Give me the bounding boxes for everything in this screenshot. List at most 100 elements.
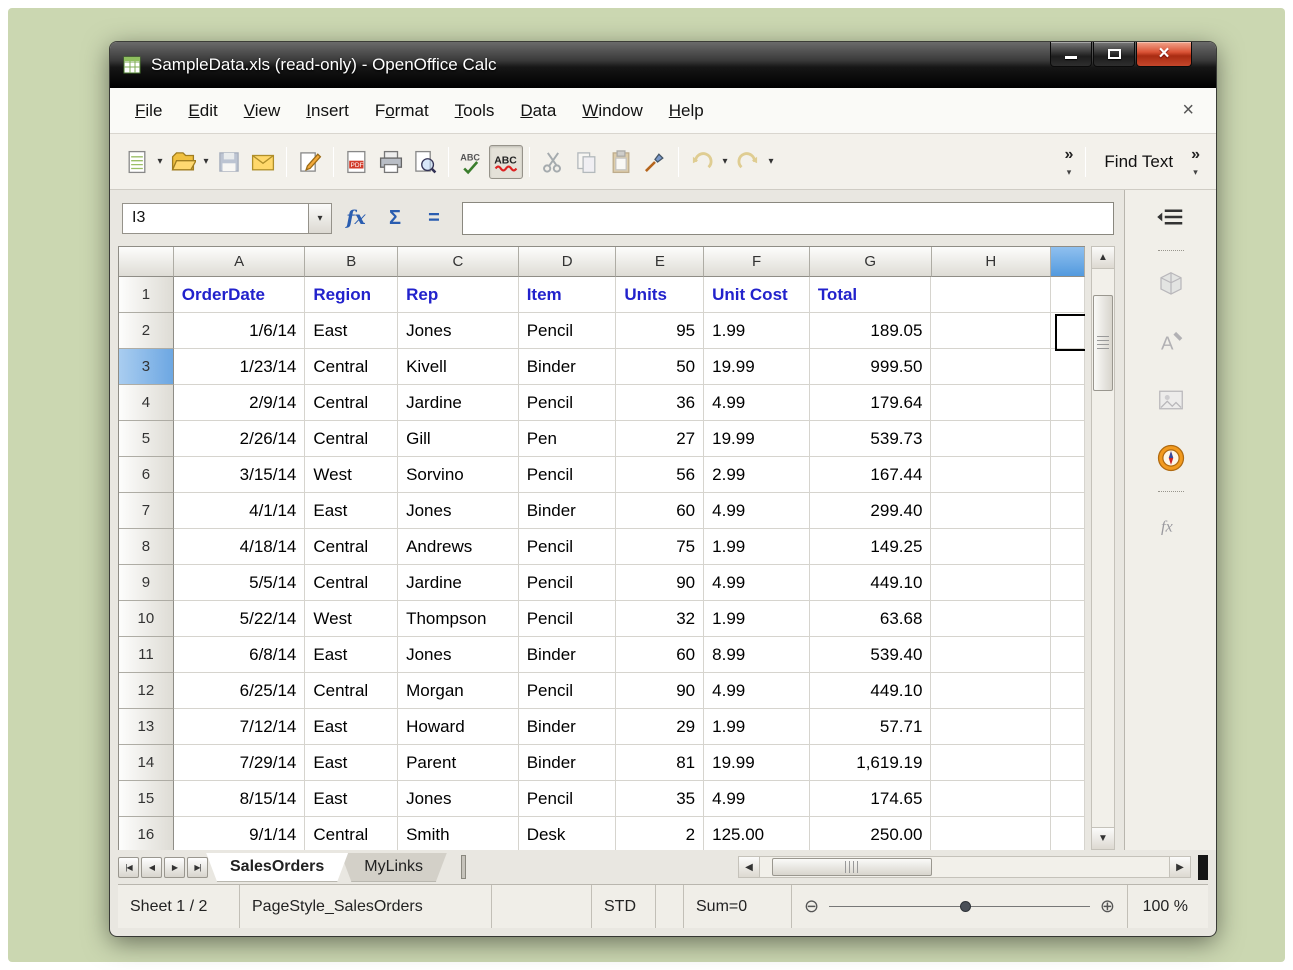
- zoom-slider-handle[interactable]: [960, 901, 971, 912]
- cell-e11[interactable]: 60: [616, 637, 704, 673]
- cell-i8[interactable]: [1051, 529, 1085, 565]
- column-header-a[interactable]: A: [174, 247, 306, 277]
- cell-d10[interactable]: Pencil: [519, 601, 617, 637]
- cell-e4[interactable]: 36: [616, 385, 704, 421]
- cell-b2[interactable]: East: [305, 313, 398, 349]
- dropdown-arrow-icon[interactable]: ▾: [154, 156, 166, 167]
- cell-f14[interactable]: 19.99: [704, 745, 810, 781]
- row-header-1[interactable]: 1: [119, 277, 174, 313]
- tab-splitter[interactable]: [461, 855, 466, 879]
- cell-a5[interactable]: 2/26/14: [174, 421, 306, 457]
- cell-c3[interactable]: Kivell: [398, 349, 519, 385]
- cell-c5[interactable]: Gill: [398, 421, 519, 457]
- row-header-5[interactable]: 5: [119, 421, 174, 457]
- cell-g10[interactable]: 63.68: [810, 601, 932, 637]
- cell-a4[interactable]: 2/9/14: [174, 385, 306, 421]
- cell-d3[interactable]: Binder: [519, 349, 617, 385]
- minimize-button[interactable]: [1050, 42, 1092, 67]
- cell-c13[interactable]: Howard: [398, 709, 519, 745]
- row-header-3[interactable]: 3: [119, 349, 174, 385]
- gallery-deck-icon[interactable]: [1154, 383, 1188, 417]
- sheet-last-icon[interactable]: ▶|: [187, 857, 208, 878]
- maximize-button[interactable]: [1093, 42, 1135, 67]
- zoom-slider[interactable]: [829, 906, 1090, 907]
- cell-reference[interactable]: I3: [123, 209, 308, 227]
- cell-e8[interactable]: 75: [616, 529, 704, 565]
- function-wizard-icon[interactable]: fx: [341, 207, 371, 229]
- scroll-left-icon[interactable]: ◀: [738, 856, 760, 878]
- cell-f8[interactable]: 1.99: [704, 529, 810, 565]
- cell-d5[interactable]: Pen: [519, 421, 617, 457]
- cell-c10[interactable]: Thompson: [398, 601, 519, 637]
- dropdown-arrow-icon[interactable]: ▾: [200, 156, 212, 167]
- functions-deck-icon[interactable]: fx: [1154, 508, 1188, 542]
- cell-h2[interactable]: [931, 313, 1051, 349]
- cell-h8[interactable]: [931, 529, 1051, 565]
- column-header-g[interactable]: G: [810, 247, 932, 277]
- cell-d13[interactable]: Binder: [519, 709, 617, 745]
- menu-view[interactable]: View: [231, 95, 294, 127]
- toolbar-overflow-button[interactable]: » ▾: [1059, 147, 1080, 177]
- titlebar[interactable]: SampleData.xls (read-only) - OpenOffice …: [110, 42, 1216, 88]
- cell-f2[interactable]: 1.99: [704, 313, 810, 349]
- scroll-up-icon[interactable]: ▲: [1092, 247, 1114, 269]
- cell-c14[interactable]: Parent: [398, 745, 519, 781]
- function-icon[interactable]: =: [419, 207, 449, 230]
- cell-g14[interactable]: 1,619.19: [810, 745, 932, 781]
- scroll-right-icon[interactable]: ▶: [1169, 856, 1191, 878]
- cell-c6[interactable]: Sorvino: [398, 457, 519, 493]
- cell-i1[interactable]: [1051, 277, 1085, 313]
- menu-insert[interactable]: Insert: [293, 95, 362, 127]
- cell-e6[interactable]: 56: [616, 457, 704, 493]
- spreadsheet-grid[interactable]: ABCDEFGH1OrderDateRegionRepItemUnitsUnit…: [118, 246, 1085, 850]
- cell-e3[interactable]: 50: [616, 349, 704, 385]
- cell-h16[interactable]: [931, 817, 1051, 850]
- properties-deck-icon[interactable]: [1154, 267, 1188, 301]
- menu-window[interactable]: Window: [569, 95, 655, 127]
- cell-a8[interactable]: 4/18/14: [174, 529, 306, 565]
- column-header-h[interactable]: H: [932, 247, 1052, 277]
- cell-d1[interactable]: Item: [519, 277, 617, 313]
- cell-g1[interactable]: Total: [810, 277, 932, 313]
- cell-c9[interactable]: Jardine: [398, 565, 519, 601]
- cell-a11[interactable]: 6/8/14: [174, 637, 306, 673]
- cell-h9[interactable]: [931, 565, 1051, 601]
- cell-e9[interactable]: 90: [616, 565, 704, 601]
- navigator-deck-icon[interactable]: [1154, 441, 1188, 475]
- cell-f11[interactable]: 8.99: [704, 637, 810, 673]
- scroll-down-icon[interactable]: ▼: [1092, 827, 1114, 849]
- cell-h10[interactable]: [931, 601, 1051, 637]
- scrollbar-split-handle[interactable]: [1198, 855, 1208, 880]
- cell-d6[interactable]: Pencil: [519, 457, 617, 493]
- cell-d4[interactable]: Pencil: [519, 385, 617, 421]
- email-button[interactable]: [246, 145, 280, 179]
- cell-g11[interactable]: 539.40: [810, 637, 932, 673]
- cell-f16[interactable]: 125.00: [704, 817, 810, 850]
- cell-i7[interactable]: [1051, 493, 1085, 529]
- sheet-first-icon[interactable]: |◀: [118, 857, 139, 878]
- cell-f15[interactable]: 4.99: [704, 781, 810, 817]
- cell-f9[interactable]: 4.99: [704, 565, 810, 601]
- sheet-next-icon[interactable]: ▶: [164, 857, 185, 878]
- cell-c12[interactable]: Morgan: [398, 673, 519, 709]
- cell-h1[interactable]: [931, 277, 1051, 313]
- cell-i16[interactable]: [1051, 817, 1085, 850]
- cell-a12[interactable]: 6/25/14: [174, 673, 306, 709]
- find-toolbar-overflow-button[interactable]: » ▾: [1185, 147, 1206, 177]
- cell-g13[interactable]: 57.71: [810, 709, 932, 745]
- dropdown-arrow-icon[interactable]: ▾: [765, 156, 777, 167]
- cell-i15[interactable]: [1051, 781, 1085, 817]
- cell-g8[interactable]: 149.25: [810, 529, 932, 565]
- cell-b13[interactable]: East: [305, 709, 398, 745]
- cell-i10[interactable]: [1051, 601, 1085, 637]
- cell-a15[interactable]: 8/15/14: [174, 781, 306, 817]
- cell-h11[interactable]: [931, 637, 1051, 673]
- cell-e5[interactable]: 27: [616, 421, 704, 457]
- cell-i13[interactable]: [1051, 709, 1085, 745]
- cell-h6[interactable]: [931, 457, 1051, 493]
- row-header-7[interactable]: 7: [119, 493, 174, 529]
- horizontal-scrollbar[interactable]: ◀ ▶: [738, 855, 1208, 880]
- row-header-15[interactable]: 15: [119, 781, 174, 817]
- cell-b6[interactable]: West: [305, 457, 398, 493]
- cell-e13[interactable]: 29: [616, 709, 704, 745]
